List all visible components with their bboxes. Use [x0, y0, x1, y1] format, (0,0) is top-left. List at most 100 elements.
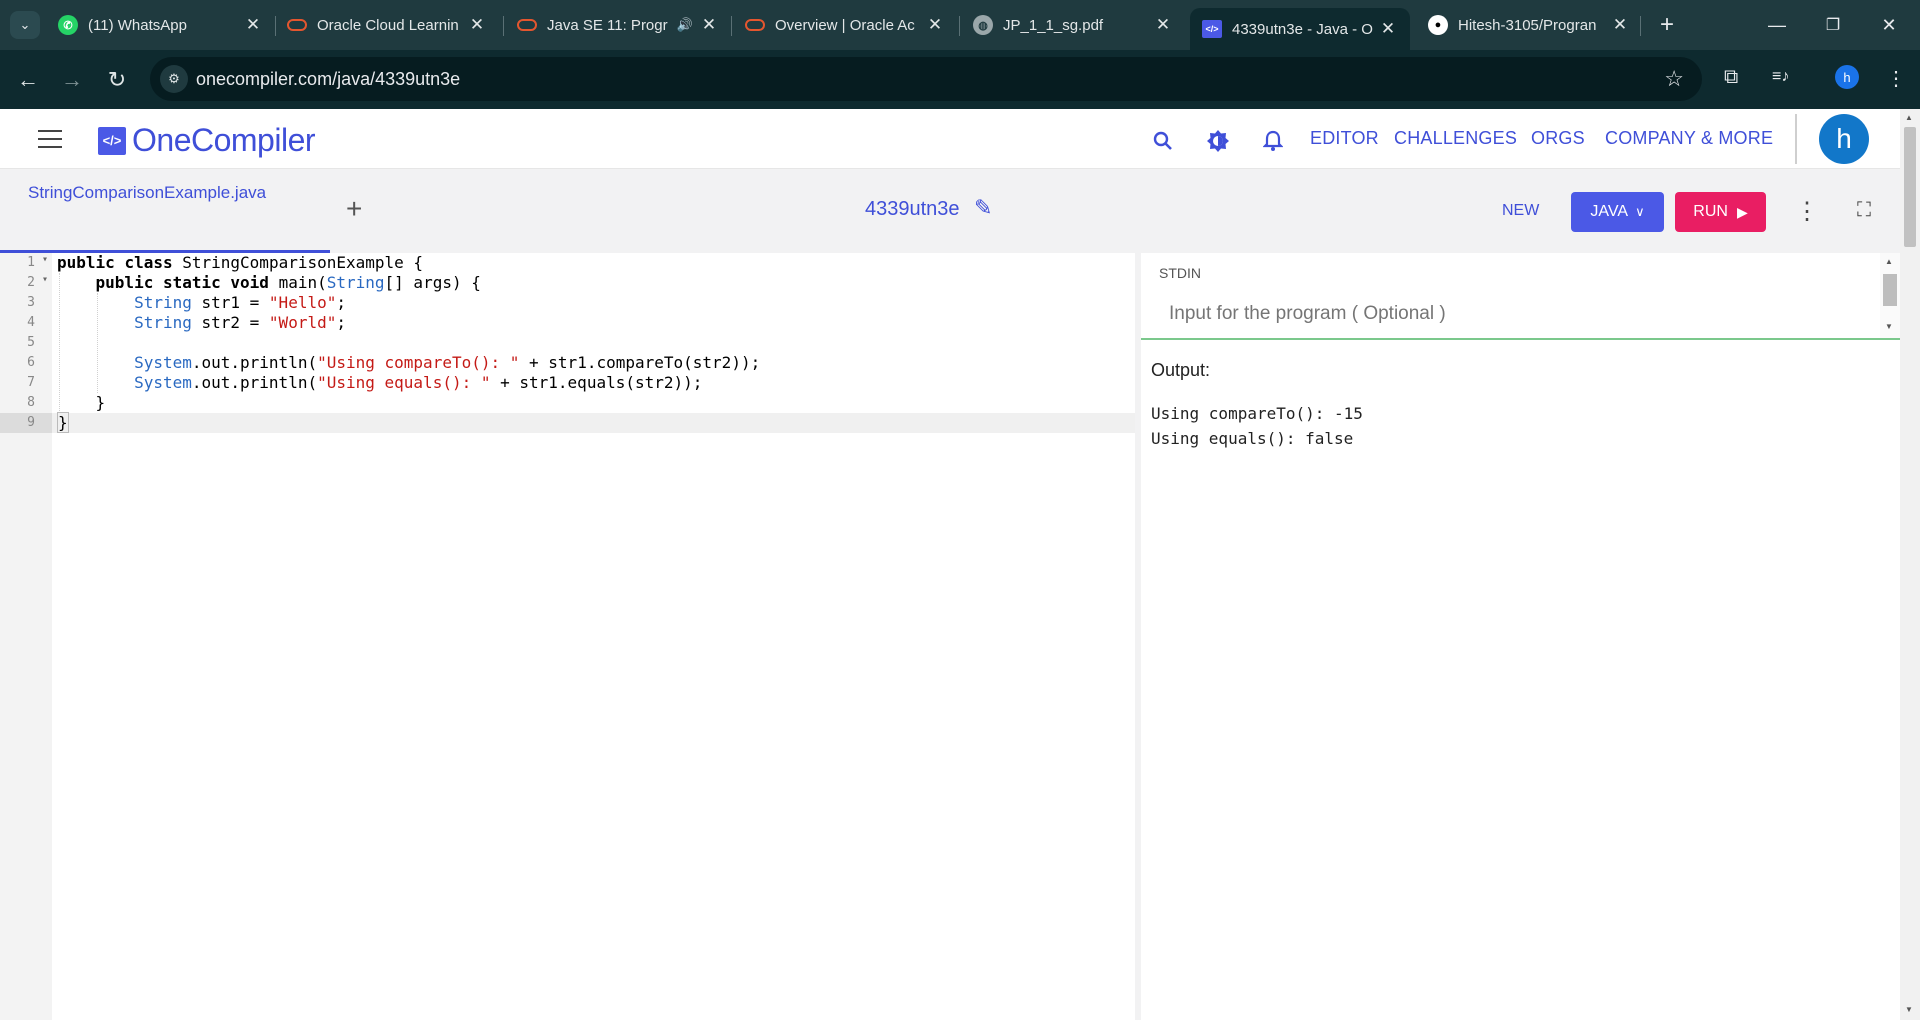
onecompiler-logo[interactable]: </> OneCompiler [98, 122, 316, 159]
bookmark-star-icon[interactable]: ☆ [1664, 66, 1684, 92]
tab-github[interactable]: ● Hitesh-3105/Progran ✕ [1428, 8, 1630, 42]
code-line: System.out.println("Using equals(): " + … [134, 373, 703, 392]
tab-oracle-cloud[interactable]: Oracle Cloud Learnin ✕ [287, 8, 487, 42]
forward-button[interactable]: → [56, 64, 88, 96]
line-number: 4 [27, 315, 35, 330]
scroll-down-icon[interactable]: ▼ [1905, 1005, 1913, 1014]
chevron-down-icon: ⌄ [19, 17, 31, 32]
reload-button[interactable]: ↻ [101, 64, 133, 96]
nav-challenges[interactable]: CHALLENGES [1394, 128, 1517, 149]
url-text[interactable]: onecompiler.com/java/4339utn3e [196, 69, 460, 90]
user-avatar[interactable]: h [1819, 114, 1869, 164]
speaker-icon[interactable]: 🔊 [677, 17, 693, 33]
more-options-icon[interactable]: ⋮ [1795, 197, 1819, 226]
output-text: Using compareTo(): -15 Using equals(): fa… [1151, 401, 1363, 451]
tab-oracle-academy[interactable]: Overview | Oracle Ac ✕ [745, 8, 945, 42]
run-button[interactable]: RUN ▶ [1675, 192, 1766, 232]
tab-java-se[interactable]: Java SE 11: Progr 🔊 ✕ [517, 8, 719, 42]
code-line: public static void main(String[] args) { [95, 273, 481, 292]
line-number: 2 ▾ [27, 274, 48, 290]
reload-icon: ↻ [107, 67, 127, 92]
stdin-panel: STDIN ▲ ▼ [1141, 253, 1900, 340]
hamburger-menu-icon[interactable] [38, 130, 62, 148]
theme-toggle-icon[interactable] [1204, 127, 1232, 155]
extensions-icon[interactable]: ⧉ [1724, 66, 1738, 89]
scrollbar-thumb[interactable] [1904, 127, 1916, 247]
bell-icon[interactable] [1259, 127, 1287, 155]
chevron-down-icon: ∨ [1635, 204, 1645, 219]
browser-tab-bar: ⌄ ✆ (11) WhatsApp ✕ Oracle Cloud Learnin… [0, 0, 1920, 50]
stdin-scrollbar[interactable]: ▲ ▼ [1880, 253, 1900, 338]
fold-icon[interactable]: ▾ [42, 274, 48, 285]
line-number: 3 [27, 295, 35, 310]
site-settings-icon[interactable]: ⚙ [160, 65, 188, 93]
language-select-button[interactable]: JAVA ∨ [1571, 192, 1664, 232]
close-icon[interactable]: ✕ [699, 15, 719, 35]
line-number: 1 ▾ [27, 254, 48, 270]
code-line: System.out.println("Using compareTo(): "… [134, 353, 761, 372]
output-line: Using equals(): false [1151, 429, 1354, 448]
github-icon: ● [1428, 15, 1448, 35]
page-scrollbar[interactable]: ▲ ▼ [1900, 109, 1920, 1020]
stdin-label: STDIN [1159, 265, 1201, 281]
stdin-input[interactable] [1169, 303, 1859, 325]
logo-mark: </> [98, 126, 126, 155]
nav-company-more[interactable]: COMPANY & MORE [1605, 128, 1773, 149]
tab-search-button[interactable]: ⌄ [10, 11, 40, 39]
tab-separator [959, 16, 960, 36]
pencil-icon[interactable]: ✎ [974, 195, 992, 221]
oracle-icon [517, 19, 537, 31]
line-number: 9 [0, 413, 52, 433]
play-icon: ▶ [1736, 203, 1748, 220]
scroll-up-icon[interactable]: ▲ [1885, 257, 1893, 266]
tab-separator [275, 16, 276, 36]
site-header: </> OneCompiler EDITOR CHALLENGES ORGS C… [0, 109, 1900, 169]
code-editor[interactable]: 1 ▾ 2 ▾ 3 4 5 6 7 8 9 public class StringC… [0, 253, 1135, 1020]
code-area[interactable]: public class StringComparisonExample { p… [52, 253, 1135, 1020]
media-controls-icon[interactable]: ≡♪ [1772, 68, 1789, 86]
fullscreen-icon[interactable]: ⛶ [1857, 199, 1871, 222]
fold-icon[interactable]: ▾ [42, 254, 48, 265]
tab-separator [503, 16, 504, 36]
restore-button[interactable]: ❐ [1810, 6, 1856, 44]
search-icon[interactable] [1149, 127, 1177, 155]
address-bar[interactable]: ⚙ onecompiler.com/java/4339utn3e ☆ [150, 57, 1702, 101]
scrollbar-thumb[interactable] [1883, 274, 1897, 306]
globe-icon: ◍ [973, 15, 993, 35]
close-icon[interactable]: ✕ [467, 15, 487, 35]
close-icon[interactable]: ✕ [1610, 15, 1630, 35]
oracle-icon [287, 19, 307, 31]
minimize-button[interactable]: — [1754, 6, 1800, 44]
nav-orgs[interactable]: ORGS [1531, 128, 1585, 149]
logo-text: OneCompiler [132, 122, 316, 158]
new-tab-button[interactable]: + [1652, 10, 1682, 40]
tab-onecompiler[interactable]: </> 4339utn3e - Java - O ✕ [1190, 8, 1410, 50]
new-button[interactable]: NEW [1502, 202, 1539, 220]
line-number: 5 [27, 335, 35, 350]
output-line: Using compareTo(): -15 [1151, 404, 1363, 423]
line-number: 8 [27, 395, 35, 410]
browser-menu-icon[interactable]: ⋮ [1886, 66, 1906, 91]
nav-editor[interactable]: EDITOR [1310, 128, 1379, 149]
tab-pdf[interactable]: ◍ JP_1_1_sg.pdf ✕ [973, 8, 1173, 42]
whatsapp-icon: ✆ [58, 15, 78, 35]
onecompiler-icon: </> [1202, 20, 1222, 38]
output-panel: Output: Using compareTo(): -15 Using equa… [1141, 340, 1900, 1020]
arrow-left-icon: ← [17, 67, 39, 92]
profile-avatar[interactable]: h [1835, 65, 1859, 89]
active-line-highlight [52, 413, 1135, 433]
browser-toolbar: ← → ↻ ⚙ onecompiler.com/java/4339utn3e ☆… [0, 50, 1920, 109]
scroll-up-icon[interactable]: ▲ [1905, 113, 1913, 122]
close-icon[interactable]: ✕ [1153, 15, 1173, 35]
file-tab[interactable]: StringComparisonExample.java [0, 169, 330, 253]
close-icon[interactable]: ✕ [1378, 19, 1398, 39]
file-name: StringComparisonExample.java [28, 183, 267, 202]
add-file-button[interactable]: + [346, 193, 362, 225]
output-label: Output: [1151, 360, 1211, 380]
tab-whatsapp[interactable]: ✆ (11) WhatsApp ✕ [58, 8, 263, 42]
scroll-down-icon[interactable]: ▼ [1885, 322, 1893, 331]
close-icon[interactable]: ✕ [243, 15, 263, 35]
back-button[interactable]: ← [12, 64, 44, 96]
close-window-button[interactable]: ✕ [1866, 6, 1912, 44]
close-icon[interactable]: ✕ [925, 15, 945, 35]
